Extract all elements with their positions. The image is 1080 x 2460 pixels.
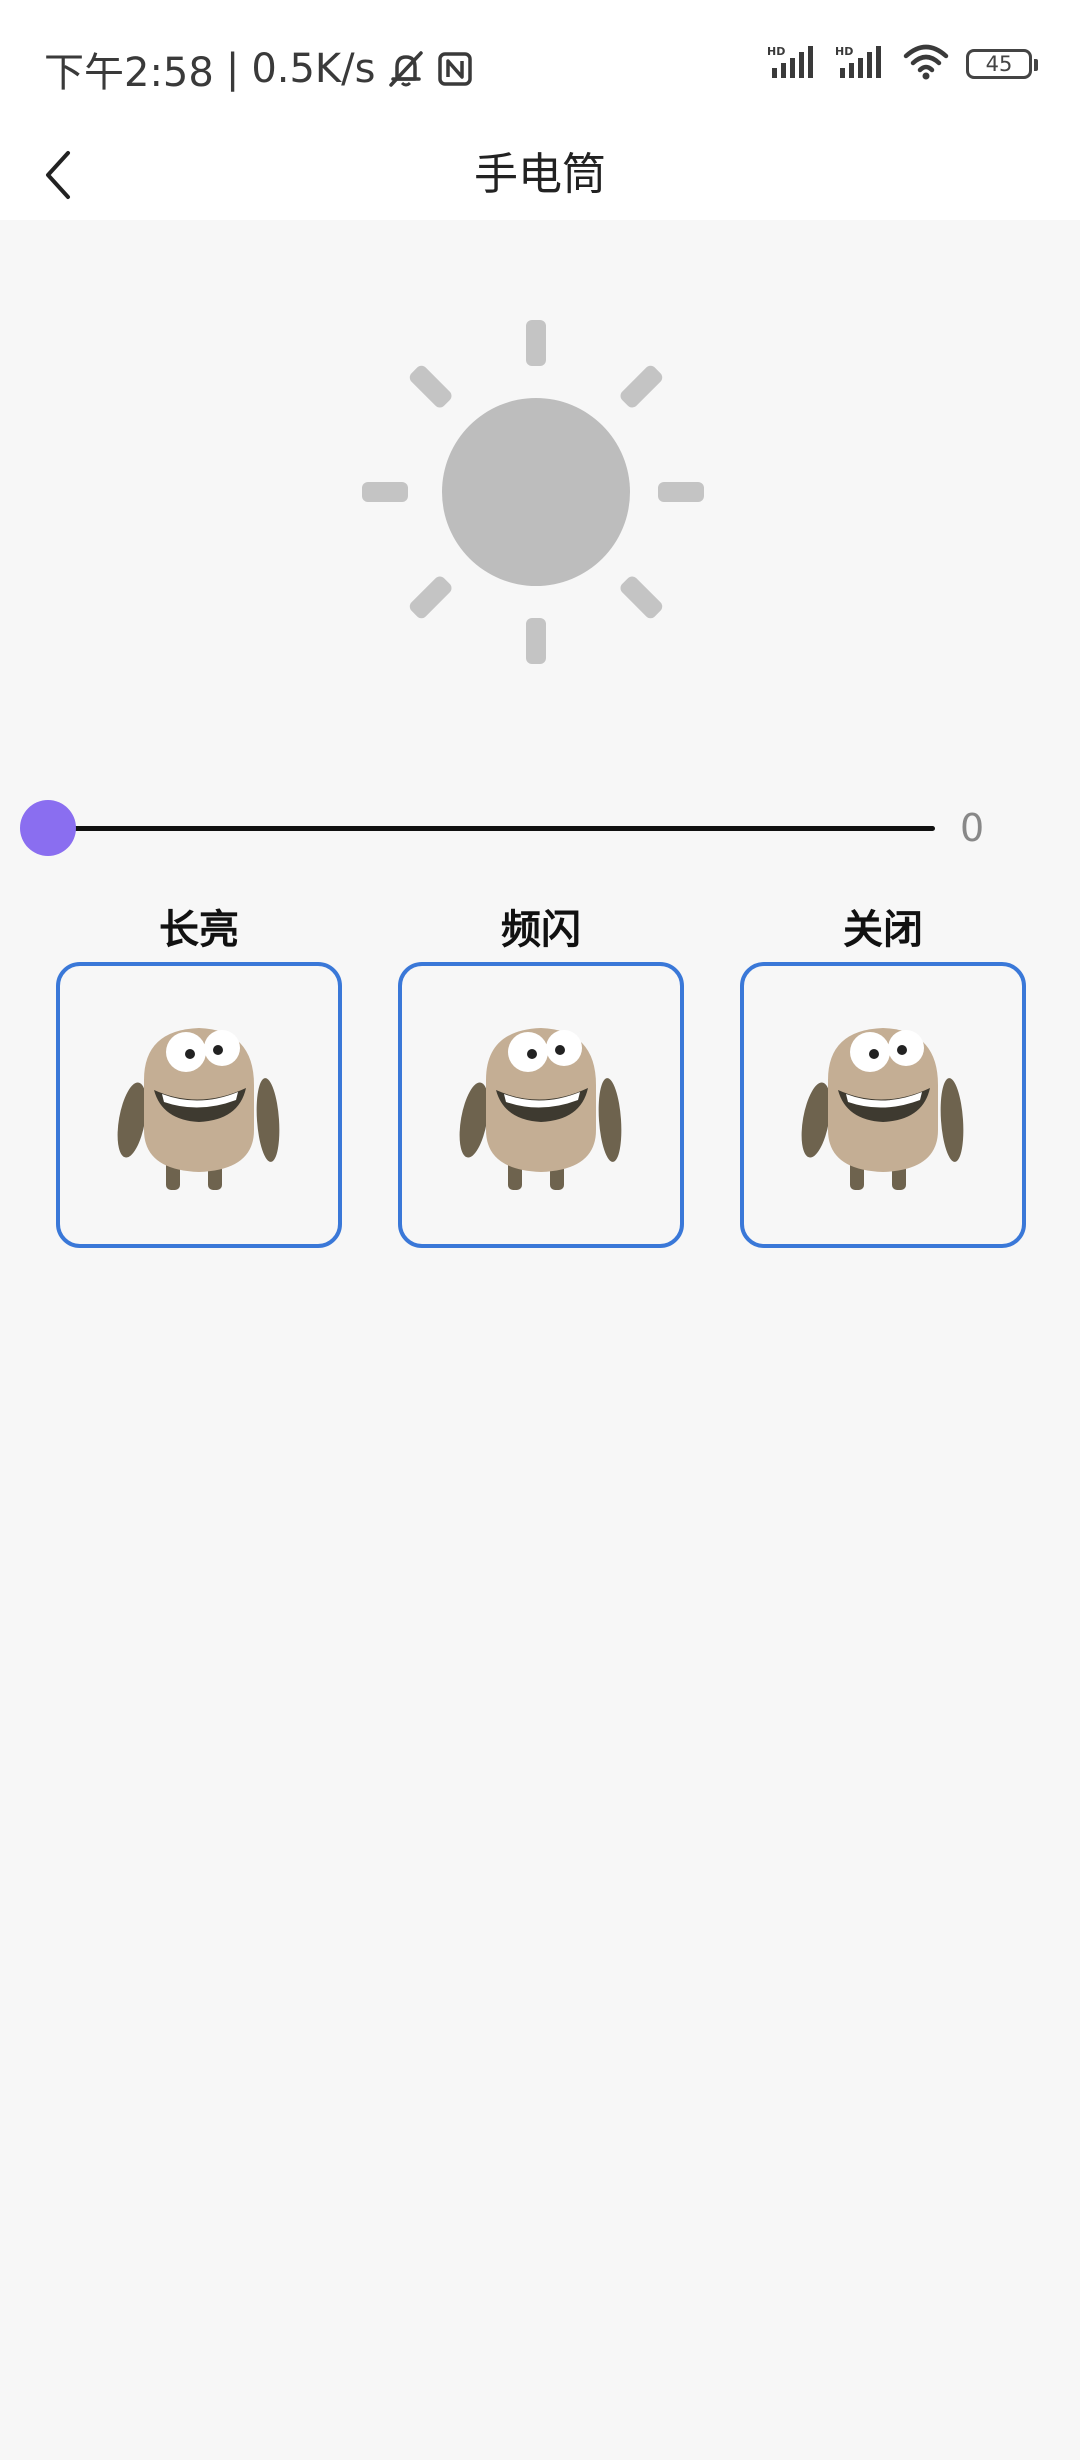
wifi-icon	[902, 44, 950, 84]
monster-icon	[117, 1028, 280, 1190]
status-time: 下午2:58	[44, 50, 214, 96]
mode-off-button[interactable]	[740, 962, 1026, 1248]
mode-always-on-button[interactable]	[56, 962, 342, 1248]
mute-icon	[385, 49, 427, 89]
monster-icon	[459, 1028, 622, 1190]
nav-bar: 手电筒	[0, 130, 1080, 220]
network-speed: 0.5K/s	[251, 46, 376, 92]
status-right: HD HD 45	[766, 44, 1038, 84]
status-separator: |	[225, 46, 240, 92]
mode-strobe-button[interactable]	[398, 962, 684, 1248]
svg-text:HD: HD	[767, 45, 785, 58]
mode-label: 长亮	[159, 907, 239, 953]
mode-strobe: 频闪	[398, 900, 684, 1248]
status-left: 下午2:58 | 0.5K/s	[44, 40, 473, 98]
brightness-slider[interactable]	[20, 800, 935, 856]
slider-thumb[interactable]	[20, 800, 76, 856]
mode-off: 关闭	[740, 900, 1026, 1248]
mode-always-on: 长亮	[56, 900, 342, 1248]
monster-icon	[801, 1028, 964, 1190]
mode-label: 频闪	[501, 907, 581, 953]
chevron-left-icon	[46, 151, 70, 199]
battery-icon: 45	[966, 49, 1038, 79]
mode-label: 关闭	[843, 907, 923, 953]
status-bar: 下午2:58 | 0.5K/s HD HD 45	[0, 0, 1080, 130]
battery-level: 45	[985, 52, 1013, 76]
brightness-value: 0	[960, 806, 985, 850]
nfc-icon	[437, 51, 473, 87]
back-button[interactable]	[30, 130, 90, 220]
svg-text:HD: HD	[835, 45, 853, 58]
hd-signal-icon: HD	[834, 44, 886, 84]
sun-icon	[356, 312, 716, 672]
hd-signal-icon: HD	[766, 44, 818, 84]
page-title: 手电筒	[474, 149, 606, 200]
slider-track	[48, 826, 935, 831]
